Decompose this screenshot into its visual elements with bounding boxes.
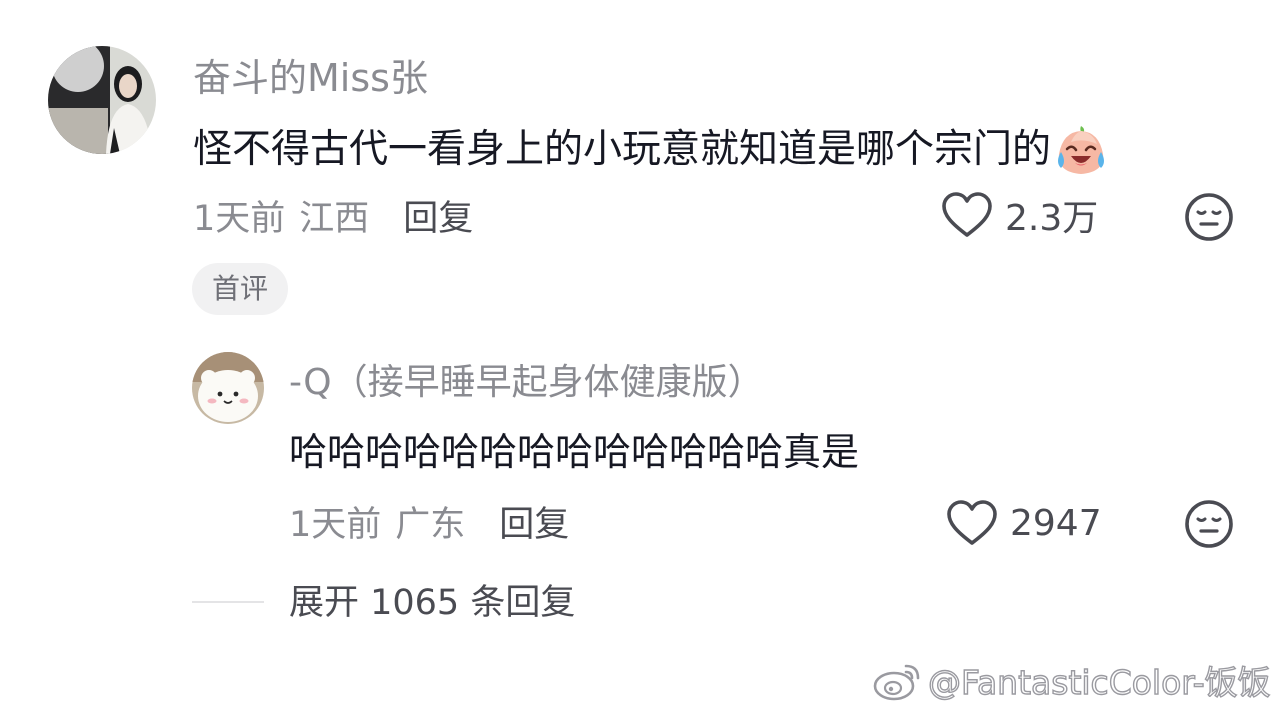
reply-comment-meta: 1天前 广东 回复: [289, 495, 569, 547]
reply-comment-time: 1天前: [289, 504, 382, 545]
reply-comment-reply-button[interactable]: 回复: [499, 496, 569, 547]
heart-outline-icon: [947, 500, 997, 545]
main-comment-dislike-button[interactable]: [1183, 191, 1235, 243]
reply-comment-like-count: 2947: [1010, 502, 1102, 544]
expand-divider: [192, 601, 264, 603]
main-comment-text: 怪不得古代一看身上的小玩意就知道是哪个宗门的: [193, 122, 1109, 178]
main-comment-like-count: 2.3万: [1005, 198, 1099, 239]
reply-comment-author[interactable]: -Q（接早睡早起身体健康版）: [289, 358, 764, 408]
expand-replies-button[interactable]: 展开 1065 条回复: [289, 578, 575, 628]
main-comment-location: 江西: [299, 198, 370, 239]
reply-comment-text: 哈哈哈哈哈哈哈哈哈哈哈哈哈真是: [289, 430, 860, 474]
main-comment-author[interactable]: 奋斗的Miss张: [193, 52, 428, 104]
heart-outline-icon: [942, 192, 992, 237]
main-comment-like-button[interactable]: 2.3万: [941, 190, 1098, 240]
reply-comment-avatar[interactable]: [192, 352, 264, 424]
laughing-crying-emoji-icon: [1053, 122, 1109, 178]
reply-comment-location: 广东: [395, 504, 466, 545]
main-comment-text-content: 怪不得古代一看身上的小玩意就知道是哪个宗门的: [193, 127, 1052, 172]
watermark: @FantasticColor-饭饭: [872, 656, 1271, 704]
weibo-logo-icon: [873, 664, 920, 701]
reply-comment-like-button[interactable]: 2947: [946, 497, 1102, 549]
main-comment-reply-button[interactable]: 回复: [403, 190, 473, 241]
main-comment-time: 1天前: [193, 198, 286, 239]
main-comment-meta: 1天前 江西 回复: [193, 190, 473, 240]
first-comment-badge: 首评: [192, 263, 288, 315]
reply-comment-dislike-button[interactable]: [1183, 498, 1235, 550]
watermark-text: @FantasticColor-饭饭: [927, 662, 1271, 702]
neutral-face-icon: [1185, 193, 1233, 241]
main-comment-avatar[interactable]: [48, 46, 156, 154]
neutral-face-icon: [1185, 500, 1233, 548]
